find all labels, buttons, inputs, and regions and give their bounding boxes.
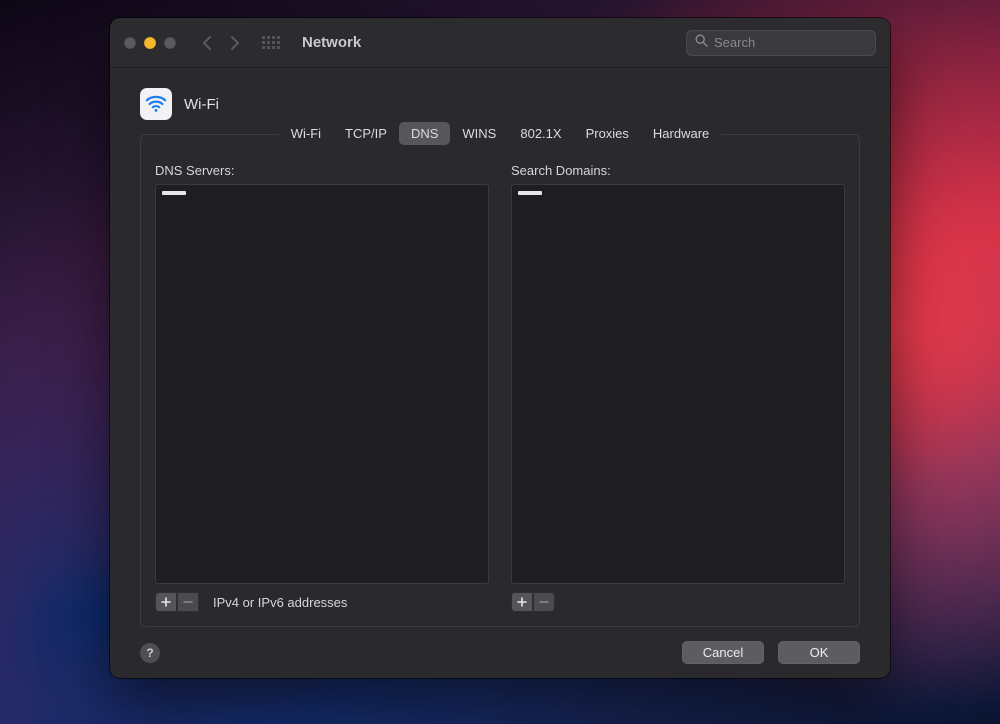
window-title: Network [302, 34, 361, 51]
service-name: Wi-Fi [184, 96, 219, 113]
tab-8021x[interactable]: 802.1X [508, 122, 573, 145]
wifi-icon [140, 88, 172, 120]
ok-button[interactable]: OK [778, 641, 860, 664]
content-area: Wi-Fi Wi-Fi TCP/IP DNS WINS 802.1X Proxi… [110, 68, 890, 678]
tab-wifi[interactable]: Wi-Fi [279, 122, 333, 145]
dns-columns: DNS Servers: IPv4 or IPv6 addresses [155, 163, 845, 612]
add-search-domain-button[interactable] [511, 592, 533, 612]
traffic-lights [124, 37, 176, 49]
search-icon [695, 34, 708, 52]
settings-panel: Wi-Fi TCP/IP DNS WINS 802.1X Proxies Har… [140, 134, 860, 627]
dns-servers-buttons: IPv4 or IPv6 addresses [155, 592, 489, 612]
dns-servers-list[interactable] [155, 184, 489, 584]
cancel-button[interactable]: Cancel [682, 641, 764, 664]
remove-dns-server-button[interactable] [177, 592, 199, 612]
search-domains-column: Search Domains: [511, 163, 845, 612]
tab-hardware[interactable]: Hardware [641, 122, 721, 145]
text-cursor-icon [162, 191, 186, 195]
service-header: Wi-Fi [140, 88, 860, 120]
help-icon: ? [146, 646, 153, 660]
dns-servers-label: DNS Servers: [155, 163, 489, 178]
remove-search-domain-button[interactable] [533, 592, 555, 612]
search-domains-label: Search Domains: [511, 163, 845, 178]
forward-button[interactable] [228, 35, 240, 51]
tab-proxies[interactable]: Proxies [574, 122, 641, 145]
nav-arrows [202, 35, 240, 51]
back-button[interactable] [202, 35, 214, 51]
dns-servers-column: DNS Servers: IPv4 or IPv6 addresses [155, 163, 489, 612]
minimize-window-button[interactable] [144, 37, 156, 49]
footer: ? Cancel OK [140, 627, 860, 664]
tab-dns[interactable]: DNS [399, 122, 450, 145]
tab-tcpip[interactable]: TCP/IP [333, 122, 399, 145]
zoom-window-button[interactable] [164, 37, 176, 49]
tab-bar: Wi-Fi TCP/IP DNS WINS 802.1X Proxies Har… [155, 122, 845, 145]
dns-hint: IPv4 or IPv6 addresses [213, 595, 347, 610]
search-domains-list[interactable] [511, 184, 845, 584]
preferences-window: Network Wi-Fi Wi-Fi TCP/IP [110, 18, 890, 678]
titlebar: Network [110, 18, 890, 68]
add-dns-server-button[interactable] [155, 592, 177, 612]
help-button[interactable]: ? [140, 643, 160, 663]
search-domains-buttons [511, 592, 845, 612]
close-window-button[interactable] [124, 37, 136, 49]
show-all-button[interactable] [262, 36, 280, 50]
text-cursor-icon [518, 191, 542, 195]
search-input[interactable] [714, 35, 867, 50]
search-field-wrap[interactable] [686, 30, 876, 56]
tab-wins[interactable]: WINS [450, 122, 508, 145]
